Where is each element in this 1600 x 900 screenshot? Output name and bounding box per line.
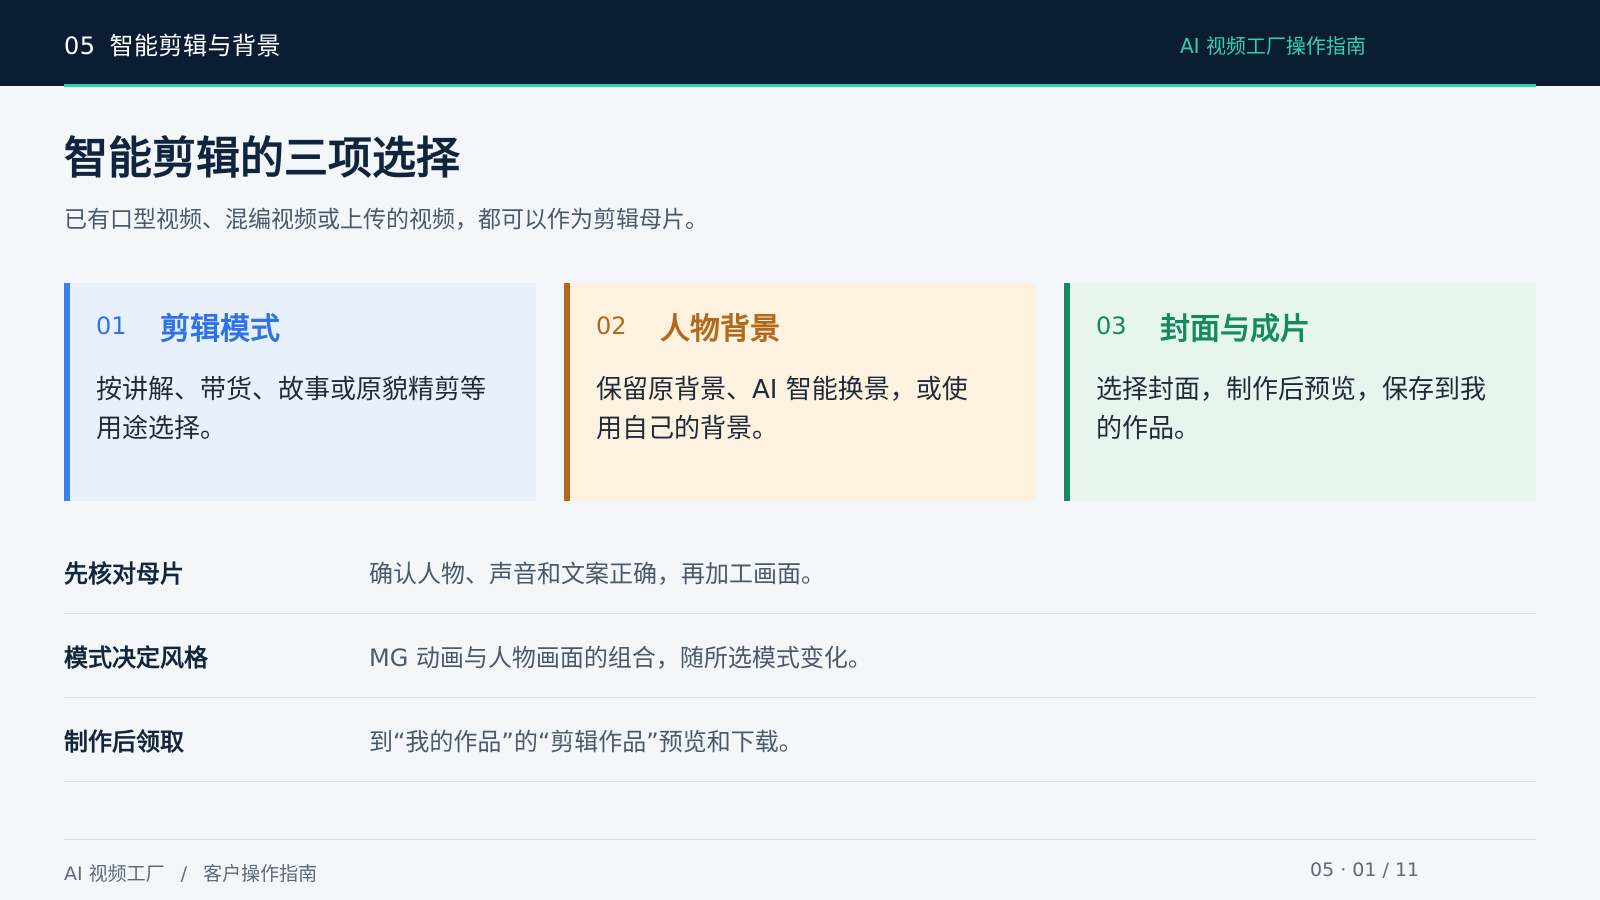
section-number: 05 bbox=[64, 32, 96, 60]
note-text: 到“我的作品”的“剪辑作品”预览和下载。 bbox=[369, 728, 803, 756]
card-body: 按讲解、带货、故事或原貌精剪等 用途选择。 bbox=[96, 371, 510, 449]
card-person-background: 02 人物背景 保留原背景、AI 智能换景，或使 用自己的背景。 bbox=[564, 283, 1036, 501]
brand-label: AI 视频工厂操作指南 bbox=[1180, 34, 1366, 58]
page-indicator: 05 · 01 / 11 bbox=[1310, 859, 1420, 881]
card-number: 03 bbox=[1096, 312, 1127, 340]
section-title: 智能剪辑与背景 bbox=[109, 32, 282, 60]
footer-separator: / bbox=[180, 863, 188, 885]
page-title: 智能剪辑的三项选择 bbox=[64, 133, 460, 184]
top-bar: 05 智能剪辑与背景 AI 视频工厂操作指南 bbox=[0, 0, 1600, 87]
card-number: 02 bbox=[596, 312, 627, 340]
note-label: 先核对母片 bbox=[64, 560, 184, 588]
page-subtitle: 已有口型视频、混编视频或上传的视频，都可以作为剪辑母片。 bbox=[64, 207, 708, 233]
header-accent-line bbox=[64, 84, 1536, 87]
note-label: 模式决定风格 bbox=[64, 644, 208, 672]
card-body-line: 用途选择。 bbox=[96, 414, 227, 444]
card-body: 保留原背景、AI 智能换景，或使 用自己的背景。 bbox=[596, 371, 1010, 449]
note-row: 制作后领取 到“我的作品”的“剪辑作品”预览和下载。 bbox=[64, 698, 1536, 782]
card-body: 选择封面，制作后预览，保存到我 的作品。 bbox=[1096, 371, 1510, 449]
footer-breadcrumb: AI 视频工厂 / 客户操作指南 bbox=[64, 859, 317, 886]
card-header: 01 剪辑模式 bbox=[96, 303, 510, 349]
card-title: 剪辑模式 bbox=[160, 312, 280, 347]
card-body-line: 的作品。 bbox=[1096, 414, 1201, 444]
card-cover-output: 03 封面与成片 选择封面，制作后预览，保存到我 的作品。 bbox=[1064, 283, 1536, 501]
notes-list: 先核对母片 确认人物、声音和文案正确，再加工画面。 模式决定风格 MG 动画与人… bbox=[64, 530, 1536, 782]
note-text: 确认人物、声音和文案正确，再加工画面。 bbox=[369, 560, 825, 588]
card-body-line: 选择封面，制作后预览，保存到我 bbox=[1096, 375, 1487, 405]
card-edit-mode: 01 剪辑模式 按讲解、带货、故事或原貌精剪等 用途选择。 bbox=[64, 283, 536, 501]
card-header: 03 封面与成片 bbox=[1096, 303, 1510, 349]
note-text: MG 动画与人物画面的组合，随所选模式变化。 bbox=[369, 644, 872, 672]
card-number: 01 bbox=[96, 312, 127, 340]
card-title: 人物背景 bbox=[660, 312, 780, 347]
card-header: 02 人物背景 bbox=[596, 303, 1010, 349]
note-row: 模式决定风格 MG 动画与人物画面的组合，随所选模式变化。 bbox=[64, 614, 1536, 698]
note-label: 制作后领取 bbox=[64, 728, 184, 756]
card-title: 封面与成片 bbox=[1160, 312, 1310, 347]
footer-divider bbox=[64, 839, 1536, 840]
section-heading: 05 智能剪辑与背景 bbox=[64, 26, 281, 61]
footer-product: AI 视频工厂 bbox=[64, 863, 165, 885]
card-body-line: 按讲解、带货、故事或原貌精剪等 bbox=[96, 375, 487, 405]
card-body-line: 保留原背景、AI 智能换景，或使 bbox=[596, 375, 968, 405]
footer-doc: 客户操作指南 bbox=[203, 863, 318, 885]
card-body-line: 用自己的背景。 bbox=[596, 414, 779, 444]
note-row: 先核对母片 确认人物、声音和文案正确，再加工画面。 bbox=[64, 530, 1536, 614]
